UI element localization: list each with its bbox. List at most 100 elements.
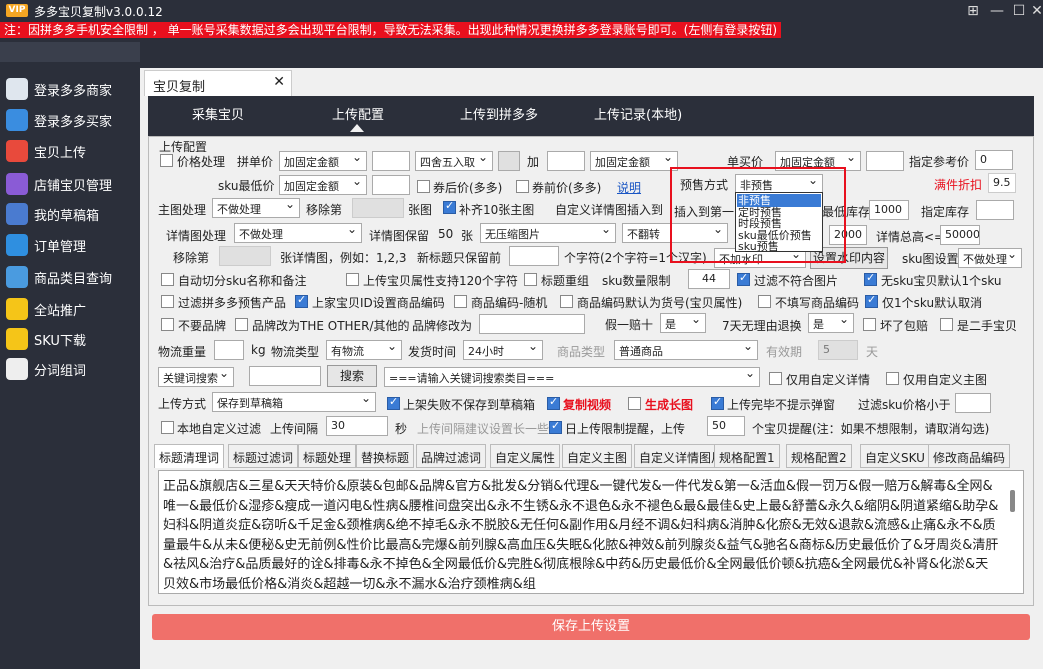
min-stock-input[interactable]: 1000 [869,200,909,220]
weight-input[interactable] [214,340,244,360]
presale-option-4[interactable]: sku预售 [738,240,779,253]
subtab-4[interactable]: 品牌过滤词 [416,444,487,468]
subtab-11[interactable]: 修改商品编码 [928,444,1011,468]
only1-checkbox[interactable] [865,293,878,308]
code-default-checkbox[interactable] [560,295,573,308]
local-filter-checkbox[interactable] [161,421,174,434]
sidebar-item-8[interactable]: SKU下载 [0,324,140,354]
coupon-price-checkbox[interactable] [516,180,529,193]
sku-img-select[interactable]: 不做处理 [958,248,1022,268]
subtab-3[interactable]: 替换标题 [356,444,415,468]
fake-ten-select[interactable]: 是 [660,313,706,333]
search-button[interactable]: 搜索 [327,365,377,387]
round-select[interactable]: 四舍五入取 [415,151,493,171]
add-mode-select[interactable]: 加固定金额 [590,151,678,171]
sku-limit-input[interactable]: 44 [688,269,730,289]
add-input[interactable] [547,151,585,171]
upload-mode-select[interactable]: 保存到草稿箱 [212,392,376,412]
auto-cut-checkbox[interactable] [161,273,174,286]
only-custom-detail-checkbox[interactable] [769,372,782,385]
new-title-input[interactable] [509,246,559,266]
detail-img-select[interactable]: 不做处理 [234,223,362,243]
explain-link[interactable]: 说明 [617,179,641,196]
sidebar-item-1[interactable]: 登录多多买家 [0,105,140,135]
unit-price-select[interactable]: 加固定金额 [279,151,367,171]
unit-price-input[interactable] [372,151,410,171]
no-brand-checkbox[interactable] [161,318,174,331]
sidebar-item-3[interactable]: 店铺宝贝管理 [0,169,140,199]
filter-sku-input[interactable] [955,393,991,413]
round-input[interactable] [498,151,520,171]
no-fill-code-checkbox[interactable] [758,295,771,308]
single-price-input[interactable] [866,151,904,171]
interval-input[interactable]: 30 [326,416,388,436]
total-detail-input[interactable]: 50000 [940,225,980,245]
brand-other-checkbox[interactable] [235,318,248,331]
subtab-1[interactable]: 标题过滤词 [228,444,299,468]
subtab-10[interactable]: 自定义SKU [860,444,930,468]
close-icon[interactable]: ✕ [1026,2,1043,20]
sidebar-item-7[interactable]: 全站推广 [0,294,140,324]
spec-stock-input[interactable] [976,200,1014,220]
main-img-select[interactable]: 不做处理 [212,198,300,218]
keyword-mode-select[interactable]: 关键词搜索 [158,367,234,387]
after-coupon-checkbox[interactable] [417,180,430,193]
no-sku-checkbox[interactable] [864,271,877,286]
seven-day-select[interactable]: 是 [808,313,854,333]
subtab-8[interactable]: 规格配置1 [714,444,780,468]
textarea-scrollbar[interactable] [1010,490,1015,512]
daily-limit-input[interactable]: 50 [707,416,745,436]
ship-time-select[interactable]: 24小时 [463,340,543,360]
only-custom-main-checkbox[interactable] [886,372,899,385]
pin-icon[interactable]: ⊞ [962,2,984,20]
broken-checkbox[interactable] [863,318,876,331]
nav-upload-pdd[interactable]: 上传到拼多多 [460,104,538,123]
sku-min-input[interactable] [372,175,410,195]
gen-long-checkbox[interactable] [628,397,641,410]
sidebar-item-4[interactable]: 我的草稿箱 [0,199,140,229]
sidebar-item-0[interactable]: 登录多多商家 [0,74,140,104]
subtab-2[interactable]: 标题处理 [298,444,357,468]
compress-select[interactable]: 无压缩图片 [480,223,616,243]
category-select[interactable]: ===请输入关键词搜索类目=== [384,367,760,387]
validity-input[interactable]: 5 [818,340,858,360]
title-clean-words-textarea[interactable]: 正品&旗舰店&三星&天天特价&原装&包邮&品牌&官方&批发&分销&代理&一键代发… [158,470,1024,594]
remove-detail-input[interactable] [219,246,271,266]
filter-presale-checkbox[interactable] [161,295,174,308]
subtab-6[interactable]: 自定义主图 [562,444,633,468]
nav-collect[interactable]: 采集宝贝 [192,104,244,123]
remove-main-input[interactable] [352,198,404,218]
upload-attr-checkbox[interactable] [346,273,359,286]
subtab-5[interactable]: 自定义属性 [490,444,561,468]
brand-change-input[interactable] [479,314,585,334]
second-hand-checkbox[interactable] [940,318,953,331]
daily-limit-checkbox[interactable] [549,419,562,434]
code-random-checkbox[interactable] [454,295,467,308]
title-regroup-checkbox[interactable] [524,273,537,286]
minimize-icon[interactable]: — [986,2,1008,20]
price-process-checkbox[interactable] [160,154,173,167]
merchant-code-checkbox[interactable] [295,293,308,308]
nav-upload-config[interactable]: 上传配置 [332,104,384,123]
nav-upload-history[interactable]: 上传记录(本地) [594,104,682,123]
keyword-input[interactable] [249,366,321,386]
subtab-0[interactable]: 标题清理词 [154,444,225,468]
fill10-checkbox[interactable] [443,199,456,214]
sidebar-item-5[interactable]: 订单管理 [0,230,140,260]
sidebar-item-6[interactable]: 商品类目查询 [0,262,140,292]
goods-type-select[interactable]: 普通商品 [614,340,758,360]
copy-video-checkbox[interactable] [547,395,560,410]
full-discount-input[interactable]: 9.5 [988,173,1016,193]
fail-no-save-checkbox[interactable] [387,395,400,410]
tab-baobei-copy[interactable]: 宝贝复制 ✕ [144,70,292,96]
filter-bad-checkbox[interactable] [737,271,750,286]
close-tab-icon[interactable]: ✕ [273,74,285,90]
save-upload-settings-button[interactable]: 保存上传设置 [152,614,1030,640]
sidebar-item-2[interactable]: 宝贝上传 [0,136,140,166]
ref-price-input[interactable]: 0 [975,150,1013,170]
subtab-9[interactable]: 规格配置2 [786,444,852,468]
sku-min-select[interactable]: 加固定金额 [279,175,367,195]
no-popup-checkbox[interactable] [711,395,724,410]
sidebar-item-9[interactable]: 分词组词 [0,354,140,384]
logistics-select[interactable]: 有物流 [326,340,402,360]
